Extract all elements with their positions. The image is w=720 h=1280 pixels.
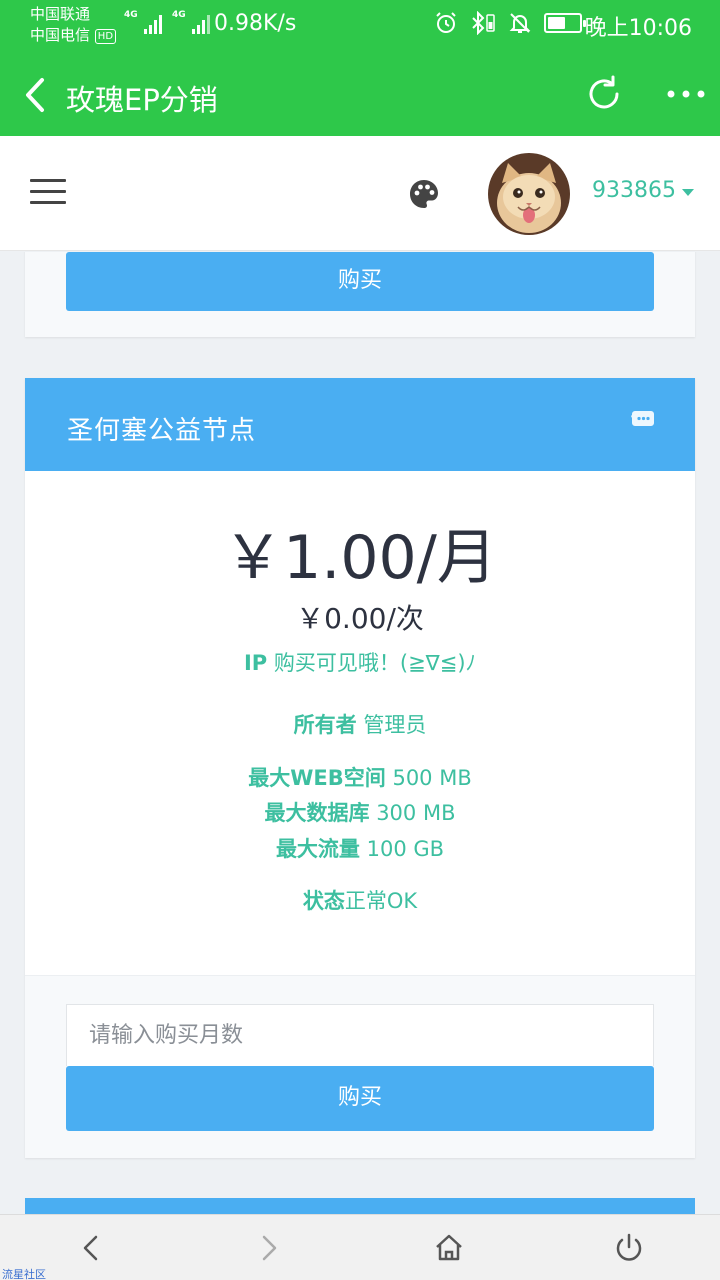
card-footer: 购买 [25, 975, 695, 1158]
hd-badge: HD [94, 29, 117, 44]
carrier-info: 中国联通 中国电信 HD [30, 4, 117, 46]
product-card: 圣何塞公益节点 ￥1.00/月 ￥0.00/次 IP 购买可见哦！(≧∇≦)ﾉ … [25, 378, 695, 1158]
network-type-2: 4G [172, 10, 186, 20]
ip-info: IP 购买可见哦！(≧∇≦)ﾉ [25, 647, 695, 677]
username[interactable]: 933865 [592, 178, 676, 203]
carrier-2: 中国电信 [30, 26, 91, 44]
price-per-use: ￥0.00/次 [296, 602, 424, 635]
status-row: 状态正常OK [25, 885, 695, 915]
card-header: 圣何塞公益节点 [25, 378, 695, 471]
mute-icon [509, 13, 531, 33]
more-button[interactable] [666, 88, 706, 100]
ip-label: IP [243, 651, 268, 675]
database-value: 300 MB [376, 801, 456, 825]
next-product-card [25, 1198, 695, 1214]
database-label: 最大数据库 [264, 801, 370, 825]
nav-back-button[interactable] [74, 1231, 108, 1265]
network-type-1: 4G [124, 10, 138, 20]
owner-value: 管理员 [363, 713, 427, 737]
clock: 晚上10:06 [584, 16, 692, 41]
months-input[interactable] [66, 1004, 654, 1066]
traffic-label: 最大流量 [275, 837, 360, 861]
card-title: 圣何塞公益节点 [67, 416, 257, 446]
card-body: ￥1.00/月 ￥0.00/次 IP 购买可见哦！(≧∇≦)ﾉ 所有者 管理员 … [25, 471, 695, 975]
nav-forward-button[interactable] [252, 1231, 286, 1265]
app-header: 933865 [0, 136, 720, 251]
web-space-row: 最大WEB空间 500 MB [25, 762, 695, 792]
browser-nav-bar [0, 1214, 720, 1280]
page-title: 玫瑰EP分销 [66, 83, 218, 117]
traffic-value: 100 GB [366, 837, 445, 861]
web-space-value: 500 MB [392, 766, 472, 790]
signal-indicators: 4G 4G [124, 10, 210, 34]
buy-button-previous[interactable]: 购买 [66, 252, 654, 311]
signal-icon: 4G [172, 10, 210, 34]
back-button[interactable] [20, 76, 54, 114]
web-space-label: 最大WEB空间 [248, 766, 386, 790]
database-row: 最大数据库 300 MB [25, 797, 695, 827]
buy-button[interactable]: 购买 [66, 1066, 654, 1131]
signal-icon: 4G [124, 10, 162, 34]
content-area[interactable]: 购买 圣何塞公益节点 ￥1.00/月 ￥0.00/次 IP 购买可见哦！(≧∇≦… [0, 252, 720, 1214]
palette-icon[interactable] [408, 178, 440, 210]
owner-label: 所有者 [293, 713, 357, 737]
title-bar: 玫瑰EP分销 [0, 50, 720, 136]
status-value: 正常OK [344, 889, 418, 913]
menu-button[interactable] [30, 179, 66, 207]
previous-product-card: 购买 [25, 252, 695, 337]
price-monthly: ￥1.00/月 [223, 523, 497, 593]
comment-icon[interactable] [631, 410, 655, 430]
watermark: 流星社区 [2, 1268, 46, 1280]
refresh-button[interactable] [584, 74, 624, 114]
battery-icon [544, 13, 586, 33]
traffic-row: 最大流量 100 GB [25, 833, 695, 863]
chevron-down-icon[interactable] [682, 189, 694, 196]
carrier-1: 中国联通 [30, 5, 91, 23]
owner-row: 所有者 管理员 [25, 709, 695, 739]
nav-home-button[interactable] [432, 1231, 466, 1265]
ip-text: 购买可见哦！(≧∇≦)ﾉ [273, 651, 477, 675]
nav-power-button[interactable] [612, 1231, 646, 1265]
alarm-icon [436, 12, 456, 33]
status-label: 状态 [302, 889, 345, 913]
system-icons [434, 11, 586, 35]
avatar[interactable] [488, 153, 570, 235]
status-bar: 中国联通 中国电信 HD 4G 4G 0.98K/s 晚上10:06 [0, 0, 720, 50]
bluetooth-icon [472, 11, 495, 35]
net-speed: 0.98K/s [214, 11, 297, 36]
